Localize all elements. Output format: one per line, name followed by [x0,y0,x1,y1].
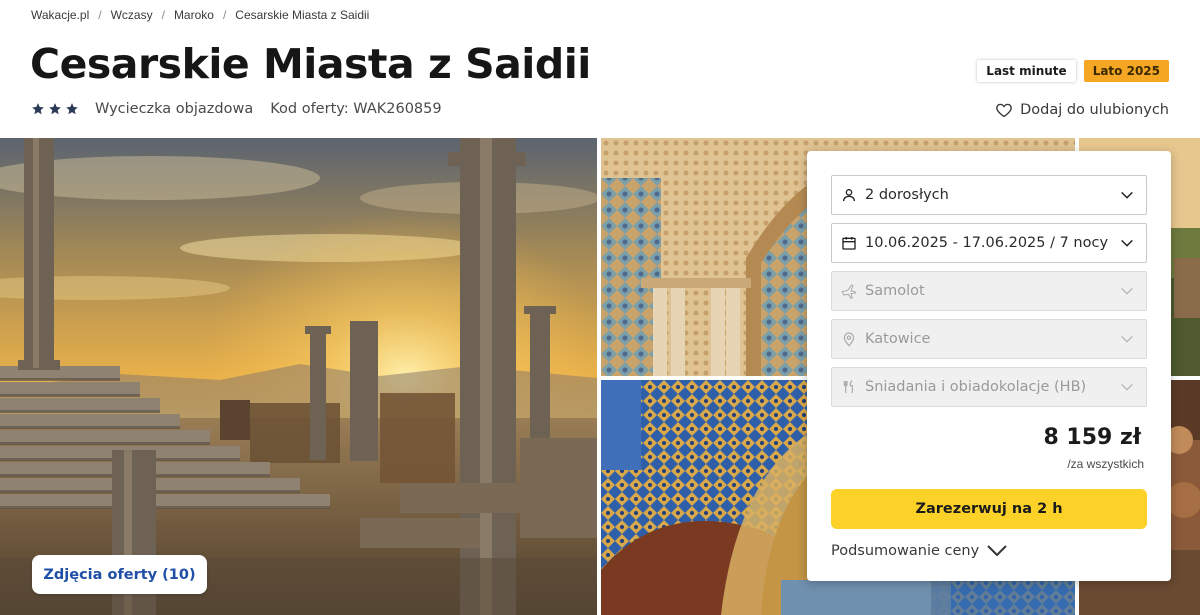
price-summary-label: Podsumowanie ceny [831,543,980,559]
travelers-value: 2 dorosłych [865,187,949,203]
chevron-down-icon [1121,335,1133,343]
price-summary-toggle[interactable]: Podsumowanie ceny [831,543,1008,559]
breadcrumb-separator: / [222,8,227,22]
page-title: Cesarskie Miasta z Saidii [30,40,591,88]
offer-meta: Wycieczka objazdowa Kod oferty: WAK26085… [31,101,442,117]
breadcrumb-item-category[interactable]: Wczasy [111,8,153,22]
last-minute-badge: Last minute [977,60,1076,82]
chevron-down-icon [1121,383,1133,391]
add-to-favorites-button[interactable]: Dodaj do ulubionych [995,101,1169,119]
booking-panel: 2 dorosłych 10.06.2025 - 17.06.2025 / 7 … [807,151,1171,581]
photos-button[interactable]: Zdjęcia oferty (10) [32,555,207,594]
dates-value: 10.06.2025 - 17.06.2025 / 7 nocy [865,235,1109,251]
breadcrumb-separator: / [161,8,165,22]
breadcrumb-item-country[interactable]: Maroko [174,8,214,22]
ruins-sunset-image [0,138,597,615]
offer-badges: Last minute Lato 2025 [977,60,1169,82]
dates-select[interactable]: 10.06.2025 - 17.06.2025 / 7 nocy [831,223,1147,263]
departure-value: Katowice [865,331,931,347]
star-icon [32,103,44,115]
calendar-icon [842,237,856,250]
board-value: Śniadania i obiadokolacje (HB) [865,379,1087,395]
book-button[interactable]: Zarezerwuj na 2 h [831,489,1147,529]
season-badge: Lato 2025 [1083,60,1169,82]
chevron-down-icon [1121,287,1133,295]
chevron-down-icon [1121,239,1133,247]
person-icon [843,189,855,202]
star-rating [31,102,79,116]
travelers-select[interactable]: 2 dorosłych [831,175,1147,215]
star-icon [49,103,61,115]
plane-icon [841,284,857,299]
offer-code: Kod oferty: WAK260859 [270,101,442,117]
breadcrumb: Wakacje.pl / Wczasy / Maroko / Cesarskie… [31,8,369,22]
heart-icon [996,103,1012,118]
location-pin-icon [843,332,855,347]
departure-select: Katowice [831,319,1147,359]
trip-type: Wycieczka objazdowa [95,101,254,117]
chevron-down-icon [1121,191,1133,199]
total-price: 8 159 zł [1043,425,1141,450]
star-icon [66,103,78,115]
transport-value: Samolot [865,283,925,299]
breadcrumb-item-current[interactable]: Cesarskie Miasta z Saidii [235,8,369,22]
cutlery-icon [843,380,853,393]
breadcrumb-separator: / [98,8,102,22]
board-select: Śniadania i obiadokolacje (HB) [831,367,1147,407]
favorite-label: Dodaj do ulubionych [1020,102,1169,118]
breadcrumb-item-home[interactable]: Wakacje.pl [31,8,89,22]
transport-select: Samolot [831,271,1147,311]
chevron-down-icon [987,545,1007,557]
price-note: /za wszystkich [1067,457,1144,471]
main-photo[interactable] [0,138,597,615]
